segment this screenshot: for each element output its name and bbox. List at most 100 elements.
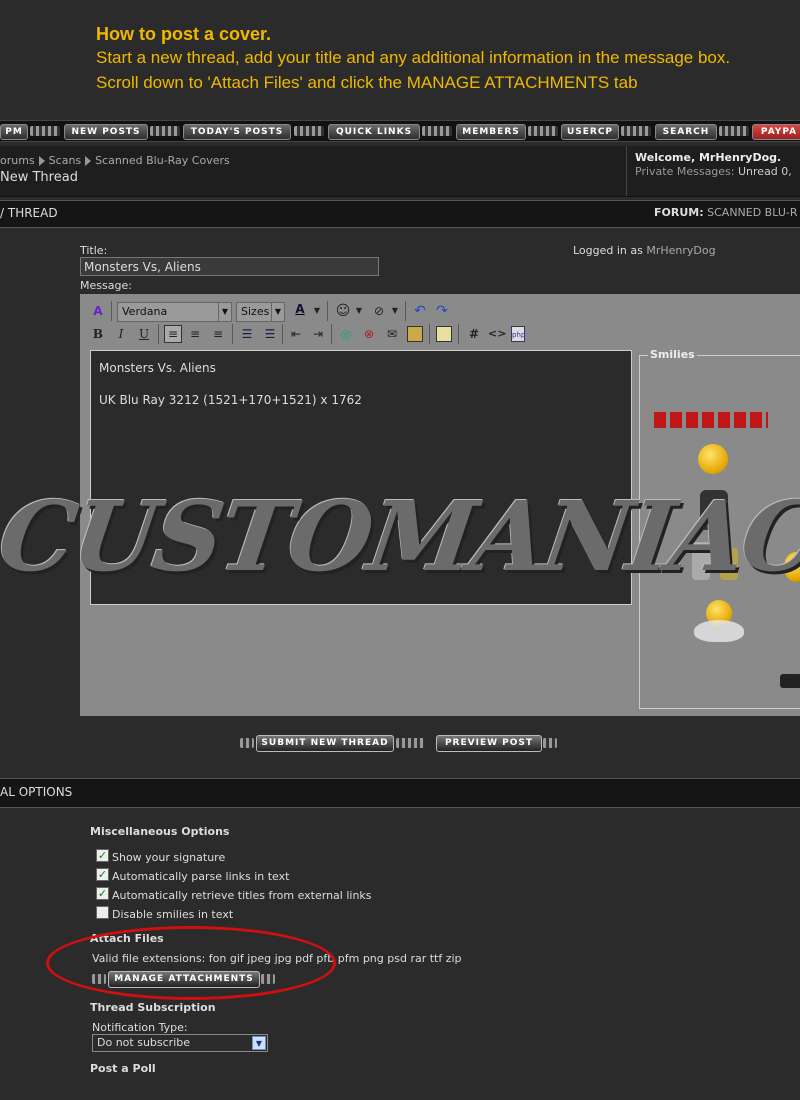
thread-header-bar: / THREAD FORUM: SCANNED BLU-R [0,200,800,228]
indent-icon[interactable]: ⇥ [310,326,326,342]
welcome-text: Welcome, MrHenryDog. [635,151,782,164]
angel-wings-icon [694,620,744,642]
remove-link-icon[interactable]: ⊗ [361,326,377,342]
more-smilies-icon[interactable] [780,674,800,688]
private-messages: Private Messages: Unread 0, [635,165,792,178]
insert-link-icon[interactable]: ◎ [338,326,354,342]
notification-type-select[interactable]: Do not subscribe ▼ [92,1034,268,1052]
align-center-icon[interactable]: ≡ [187,326,203,342]
php-code-icon[interactable]: php [511,326,525,342]
nav-chain-decoration [294,126,324,136]
thread-subscription-title: Thread Subscription [90,1001,216,1014]
code-hash-icon[interactable]: # [466,326,482,342]
insert-email-icon[interactable]: ✉ [384,326,400,342]
instruction-heading: How to post a cover. [96,24,272,44]
page-title: New Thread [0,170,78,185]
title-input[interactable]: Monsters Vs, Aliens [80,257,379,276]
align-right-icon[interactable]: ≡ [210,326,226,342]
disable-smilies-checkbox[interactable] [96,906,109,919]
retrieve-titles-option-label: Automatically retrieve titles from exter… [112,889,372,902]
pm-value: Unread 0, [738,165,792,178]
nav-chain-decoration [528,126,558,136]
underline-icon[interactable]: U [136,326,152,342]
breadcrumb-scanned-bluray[interactable]: Scanned Blu-Ray Covers [95,154,230,167]
pm-label[interactable]: Private Messages: [635,165,735,178]
chevron-down-icon[interactable]: ▼ [252,1036,266,1050]
notification-type-label: Notification Type: [92,1021,188,1034]
nav-new-posts-button[interactable]: NEW POSTS [64,124,148,140]
nav-chain-decoration [150,126,180,136]
title-label: Title: [80,244,108,257]
additional-options-bar: AL OPTIONS [0,778,800,808]
smilies-label: Smilies [648,348,697,361]
notification-type-value: Do not subscribe [97,1036,191,1049]
nav-chain-decoration [30,126,60,136]
italic-icon[interactable]: I [113,326,129,342]
navbar: PM NEW POSTS TODAY'S POSTS QUICK LINKS M… [0,120,800,142]
forum-name[interactable]: SCANNED BLU-R [707,206,797,219]
preview-post-button[interactable]: PREVIEW POST [436,735,542,752]
quote-icon[interactable] [436,326,452,342]
nav-chain-decoration [719,126,749,136]
breadcrumb-arrow-icon [85,156,92,166]
outdent-icon[interactable]: ⇤ [288,326,304,342]
undo-icon[interactable]: ↶ [412,303,428,319]
message-line-2: UK Blu Ray 3212 (1521+170+1521) x 1762 [99,393,362,407]
annotation-circle [46,926,336,1000]
post-a-poll-title: Post a Poll [90,1062,156,1075]
chevron-down-icon[interactable]: ▼ [354,303,364,319]
chevron-down-icon: ▼ [218,303,231,321]
forum-label: FORUM: [654,206,704,219]
toolbar-separator [282,324,283,344]
submit-new-thread-button[interactable]: SUBMIT NEW THREAD [256,735,394,752]
html-code-icon[interactable]: <> [488,326,506,342]
nav-usercp-button[interactable]: USERCP [561,124,619,140]
bold-icon[interactable]: B [90,326,106,342]
toolbar-separator [405,301,406,321]
misc-options-title: Miscellaneous Options [90,825,230,838]
toolbar-separator [458,324,459,344]
insert-image-icon[interactable] [407,326,423,342]
parse-links-option-label: Automatically parse links in text [112,870,290,883]
redo-icon[interactable]: ↷ [434,303,450,319]
size-select[interactable]: Sizes ▼ [236,302,285,322]
retrieve-titles-checkbox[interactable]: ✓ [96,887,109,900]
watermark-logo: CUSTOMANIACS.ORG [0,480,800,593]
toolbar-separator [111,301,112,321]
disable-smilies-option-label: Disable smilies in text [112,908,234,921]
logged-in-user[interactable]: MrHenryDog [646,244,715,257]
ordered-list-icon[interactable]: ☰ [239,326,255,342]
font-color-icon[interactable]: A [292,301,308,317]
align-left-icon[interactable]: ≡ [164,325,182,343]
toolbar-separator [327,301,328,321]
breadcrumb-forums[interactable]: orums [0,154,35,167]
chevron-down-icon[interactable]: ▼ [390,303,400,319]
font-select-value: Verdana [122,305,168,318]
smiley-icon[interactable]: ☺ [335,303,351,319]
message-line-1: Monsters Vs. Aliens [99,361,216,375]
nav-pm-button[interactable]: PM [0,124,28,140]
nav-quick-links-button[interactable]: QUICK LINKS [328,124,420,140]
chevron-down-icon: ▼ [271,303,284,321]
message-label: Message: [80,279,132,292]
signature-checkbox[interactable]: ✓ [96,849,109,862]
chevron-down-icon[interactable]: ▼ [312,303,322,319]
logged-in-info: Logged in as MrHenryDog [573,244,716,257]
unordered-list-icon[interactable]: ☰ [262,326,278,342]
breadcrumb-scans[interactable]: Scans [49,154,81,167]
dancing-smilies-icon[interactable] [654,412,768,428]
instruction-banner: How to post a cover. Start a new thread,… [0,0,800,118]
nav-members-button[interactable]: MEMBERS [456,124,526,140]
nav-chain-decoration [422,126,452,136]
remove-format-icon[interactable]: A [90,303,106,319]
nav-todays-posts-button[interactable]: TODAY'S POSTS [183,124,291,140]
nav-paypal-button[interactable]: PAYPA [752,124,800,140]
worried-smiley-icon[interactable] [698,444,728,474]
logged-in-label: Logged in as [573,244,643,257]
nav-search-button[interactable]: SEARCH [655,124,717,140]
parse-links-checkbox[interactable]: ✓ [96,868,109,881]
toolbar-separator [232,324,233,344]
button-chain-decoration [240,738,254,748]
font-select[interactable]: Verdana ▼ [117,302,232,322]
attachment-icon[interactable]: ⊘ [371,303,387,319]
